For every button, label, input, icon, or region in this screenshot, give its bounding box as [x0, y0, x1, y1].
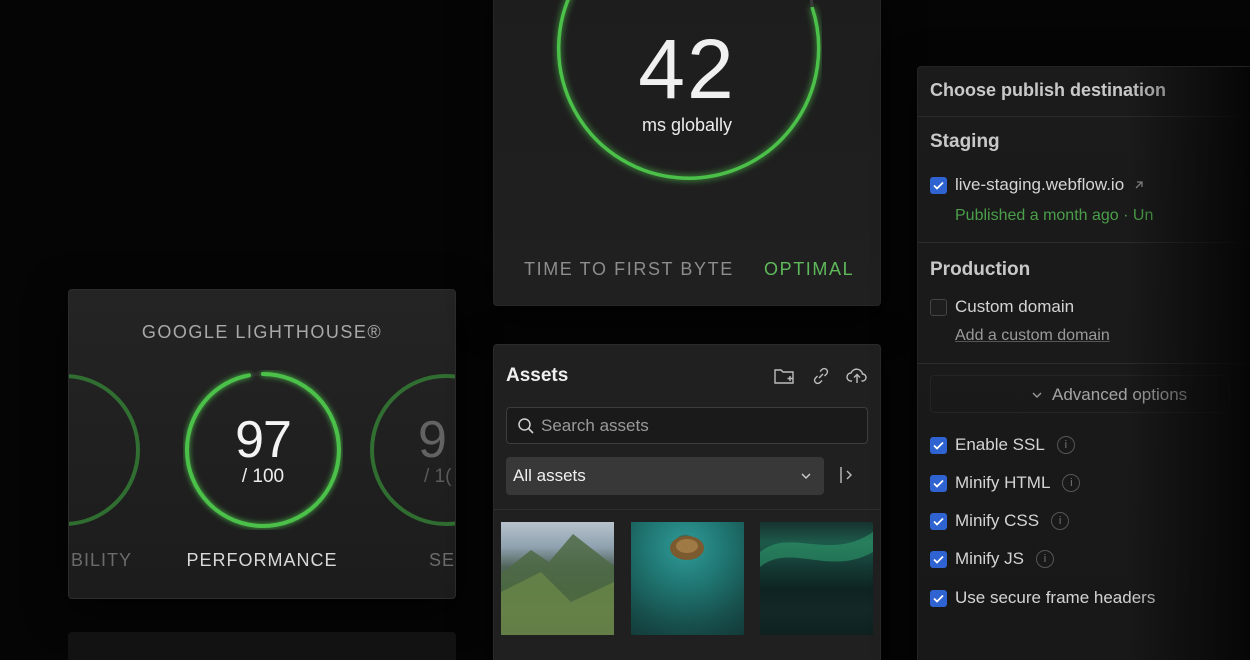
asset-filter-select[interactable]: All assets	[506, 457, 824, 495]
check-icon	[933, 594, 944, 603]
background-card	[68, 632, 456, 660]
publish-title: Choose publish destination	[930, 80, 1167, 100]
advanced-options-label: Advanced options	[1052, 385, 1188, 404]
production-heading: Production	[930, 259, 1031, 280]
check-icon	[933, 555, 944, 564]
minify-html-label: Minify HTML	[955, 473, 1051, 492]
chevron-down-icon	[801, 473, 811, 479]
accessibility-score: 8	[69, 410, 196, 470]
external-link-icon[interactable]	[1132, 178, 1146, 192]
info-icon[interactable]: i	[1051, 512, 1070, 530]
custom-domain-row[interactable]: Custom domain	[930, 297, 1074, 317]
staging-status: Published a month ago · Un	[955, 207, 1154, 224]
chevron-down-icon	[1032, 392, 1042, 398]
collapse-panel-icon[interactable]	[838, 465, 856, 490]
publish-panel: Choose publish destination Staging live-…	[917, 66, 1250, 660]
staging-checkbox-row[interactable]: live-staging.webflow.io	[930, 175, 1146, 195]
link-icon[interactable]	[810, 365, 832, 387]
check-icon	[933, 517, 944, 526]
info-icon[interactable]: i	[1035, 550, 1054, 568]
option-enable-ssl[interactable]: Enable SSL i	[930, 435, 1075, 455]
divider	[918, 242, 1250, 243]
ttfb-value: 42	[638, 22, 736, 116]
option-minify-css[interactable]: Minify CSS i	[930, 511, 1070, 531]
seo-score: 9	[418, 411, 447, 469]
assets-divider	[494, 509, 880, 510]
check-icon	[933, 441, 944, 450]
mountain-valley-image[interactable]	[501, 522, 614, 635]
seo-out-of: / 1(	[424, 466, 452, 487]
secure-frame-headers-label: Use secure frame headers	[955, 588, 1156, 607]
info-icon[interactable]: i	[1062, 474, 1081, 492]
assets-title: Assets	[506, 365, 569, 386]
custom-domain-label: Custom domain	[955, 297, 1075, 316]
turtle-ocean-image[interactable]	[631, 522, 744, 635]
minify-css-checkbox[interactable]	[930, 512, 947, 530]
assets-toolbar	[774, 365, 868, 387]
option-secure-frame-headers[interactable]: Use secure frame headers	[930, 588, 1155, 608]
accessibility-score-ring: 8 00	[69, 370, 144, 530]
staging-heading: Staging	[930, 131, 1000, 152]
divider	[918, 116, 1250, 117]
option-minify-html[interactable]: Minify HTML i	[930, 473, 1081, 493]
custom-domain-checkbox[interactable]	[930, 298, 947, 316]
ttfb-label: TIME TO FIRST BYTE	[524, 259, 734, 279]
performance-label: PERFORMANCE	[186, 550, 338, 570]
option-minify-js[interactable]: Minify JS i	[930, 549, 1054, 569]
secure-frame-headers-checkbox[interactable]	[930, 589, 947, 607]
info-icon[interactable]: i	[1056, 436, 1075, 454]
staging-checkbox[interactable]	[930, 176, 947, 194]
new-folder-icon[interactable]	[774, 365, 796, 387]
seo-label: SE	[429, 550, 456, 570]
aurora-lake-image[interactable]	[760, 522, 873, 635]
lighthouse-card: GOOGLE LIGHTHOUSE® 8 00 97 / 100 9	[68, 289, 456, 599]
advanced-options-toggle[interactable]: Advanced options	[930, 375, 1230, 413]
seo-score-ring: 9 / 1(	[366, 370, 455, 530]
asset-filter-value: All assets	[513, 466, 586, 485]
check-icon	[933, 479, 944, 488]
minify-css-label: Minify CSS	[955, 511, 1040, 530]
staging-domain: live-staging.webflow.io	[955, 175, 1125, 194]
lighthouse-title: GOOGLE LIGHTHOUSE®	[141, 322, 383, 342]
ttfb-card: 42 ms globally TIME TO FIRST BYTE OPTIMA…	[493, 0, 881, 306]
search-field[interactable]	[506, 407, 868, 444]
search-icon	[518, 418, 534, 434]
check-icon	[933, 181, 944, 190]
minify-js-label: Minify JS	[955, 549, 1024, 568]
performance-out-of: / 100	[241, 466, 285, 487]
enable-ssl-label: Enable SSL	[955, 435, 1045, 454]
divider	[918, 363, 1250, 364]
search-input[interactable]	[541, 408, 861, 443]
upload-icon[interactable]	[846, 365, 868, 387]
ttfb-unit: ms globally	[641, 115, 733, 135]
ttfb-status: OPTIMAL	[764, 259, 855, 279]
minify-js-checkbox[interactable]	[930, 550, 947, 568]
performance-score: 97	[235, 411, 292, 469]
performance-score-ring: 97 / 100	[183, 370, 343, 530]
add-custom-domain-link[interactable]: Add a custom domain	[955, 327, 1110, 345]
minify-html-checkbox[interactable]	[930, 474, 947, 492]
enable-ssl-checkbox[interactable]	[930, 436, 947, 454]
assets-panel: Assets All assets	[493, 344, 881, 660]
